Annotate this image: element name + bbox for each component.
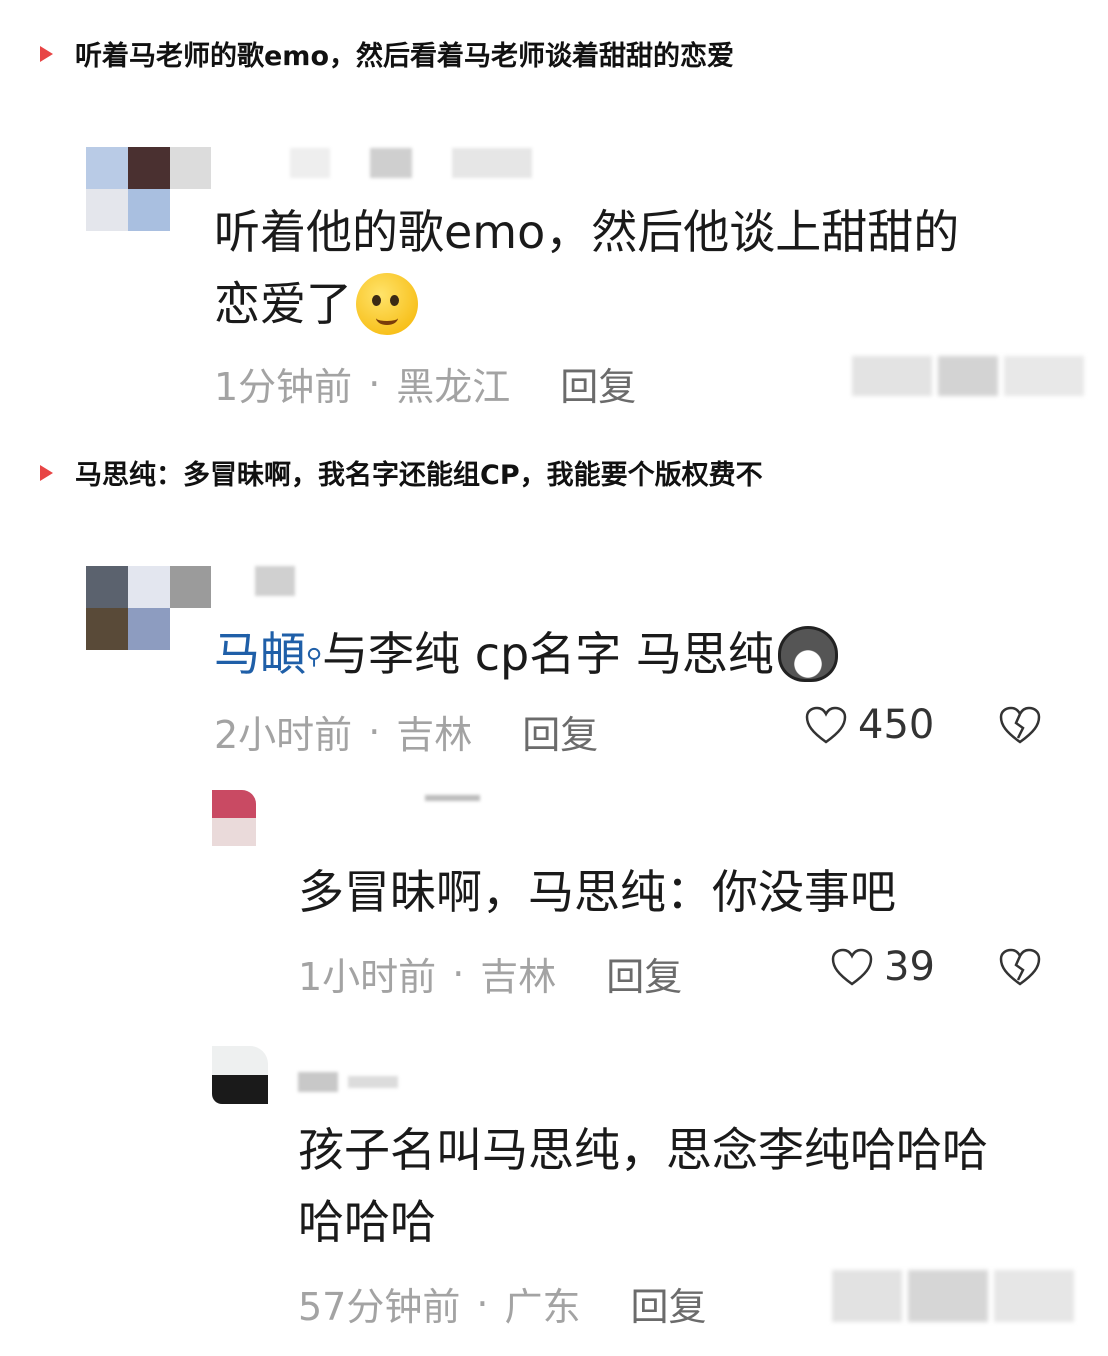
separator-dot: · [476, 1281, 489, 1326]
heart-icon [831, 948, 873, 986]
avatar[interactable] [86, 566, 211, 650]
username-blurred[interactable] [255, 566, 295, 596]
comment-time: 2小时前 [214, 713, 353, 757]
avatar[interactable] [212, 790, 256, 846]
reply-line-1: 孩子名叫马思纯，思念李纯哈哈哈 [298, 1123, 988, 1177]
heart-icon [805, 706, 847, 744]
comment-line-2-wrap: 恋爱了 [214, 268, 959, 340]
blurred-like-area [852, 356, 1084, 396]
reply-button[interactable]: 回复 [522, 704, 598, 759]
comment-text: 马頔 ⚲ 与李纯 cp名字 马思纯 [214, 614, 838, 694]
comment-body: 与李纯 cp名字 马思纯 [322, 627, 774, 681]
broken-heart-icon[interactable] [998, 705, 1042, 745]
comment-meta: 2小时前 · 吉林 回复 [214, 704, 598, 759]
username-blurred[interactable] [298, 1072, 398, 1092]
section-heading-2: 马思纯：多冒昧啊，我名字还能组CP，我能要个版权费不 [40, 453, 763, 492]
reply-button[interactable]: 回复 [606, 946, 682, 1001]
search-icon[interactable]: ⚲ [306, 622, 322, 694]
blurred-like-area [832, 1270, 1074, 1322]
like-button[interactable]: 39 [830, 944, 935, 990]
separator-dot: · [368, 709, 381, 754]
reply-line-2: 哈哈哈 [298, 1195, 436, 1249]
triangle-bullet-icon [40, 464, 53, 481]
section-heading-text: 听着马老师的歌emo，然后看着马老师谈着甜甜的恋爱 [75, 41, 734, 72]
comment-location: 吉林 [396, 713, 473, 757]
broken-heart-icon[interactable] [998, 947, 1042, 987]
avatar[interactable] [212, 1046, 268, 1104]
reply-button[interactable]: 回复 [630, 1276, 706, 1331]
comment-time: 57分钟前 [298, 1285, 461, 1329]
comment-location: 黑龙江 [396, 365, 511, 409]
comment-meta: 1小时前 · 吉林 回复 [298, 946, 682, 1001]
section-heading-1: 听着马老师的歌emo，然后看着马老师谈着甜甜的恋爱 [40, 34, 734, 73]
smiling-face-emoji-icon [356, 273, 418, 335]
reply-text: 孩子名叫马思纯，思念李纯哈哈哈 哈哈哈 [298, 1114, 988, 1258]
username-blurred[interactable] [290, 148, 532, 178]
comment-line-1: 听着他的歌emo，然后他谈上甜甜的 [214, 205, 960, 259]
reply-button[interactable]: 回复 [560, 356, 636, 411]
section-heading-text: 马思纯：多冒昧啊，我名字还能组CP，我能要个版权费不 [75, 460, 763, 491]
like-count: 39 [884, 944, 935, 990]
comment-meta: 57分钟前 · 广东 回复 [298, 1276, 706, 1331]
reply-text: 多冒昧啊，马思纯：你没事吧 [298, 865, 896, 919]
comment-line-2: 恋爱了 [214, 277, 352, 331]
comment-time: 1分钟前 [214, 365, 353, 409]
like-count: 450 [858, 702, 935, 748]
separator-dot: · [452, 951, 465, 996]
comment-meta: 1分钟前 · 黑龙江 回复 [214, 356, 636, 411]
separator-dot: · [368, 361, 381, 406]
comment-text: 听着他的歌emo，然后他谈上甜甜的 恋爱了 [214, 196, 959, 340]
mention-link[interactable]: 马頔 [214, 618, 306, 690]
avatar[interactable] [86, 147, 211, 231]
comment-location: 广东 [504, 1285, 581, 1329]
triangle-bullet-icon [40, 45, 53, 62]
dog-face-emoji-icon [777, 626, 838, 682]
comment-location: 吉林 [480, 955, 557, 999]
username-blurred[interactable] [425, 795, 480, 801]
comment-time: 1小时前 [298, 955, 437, 999]
like-button[interactable]: 450 [804, 702, 934, 748]
